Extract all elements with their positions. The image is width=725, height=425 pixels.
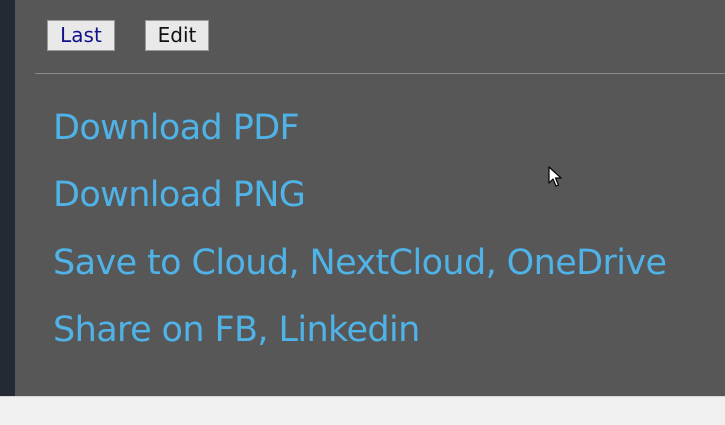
divider [35, 73, 725, 74]
app-root: Last Edit Download PDF Download PNG Save… [0, 0, 725, 425]
edit-button[interactable]: Edit [145, 20, 209, 51]
left-sidebar-edge [0, 0, 15, 396]
download-pdf-link[interactable]: Download PDF [53, 108, 300, 148]
save-to-cloud-link[interactable]: Save to Cloud, NextCloud, OneDrive [53, 243, 667, 283]
export-panel: Last Edit Download PDF Download PNG Save… [15, 0, 725, 396]
last-button[interactable]: Last [47, 20, 115, 51]
share-link[interactable]: Share on FB, Linkedin [53, 310, 420, 350]
mouse-pointer-icon [548, 166, 562, 187]
bottom-bar [0, 396, 725, 425]
download-png-link[interactable]: Download PNG [53, 175, 306, 215]
